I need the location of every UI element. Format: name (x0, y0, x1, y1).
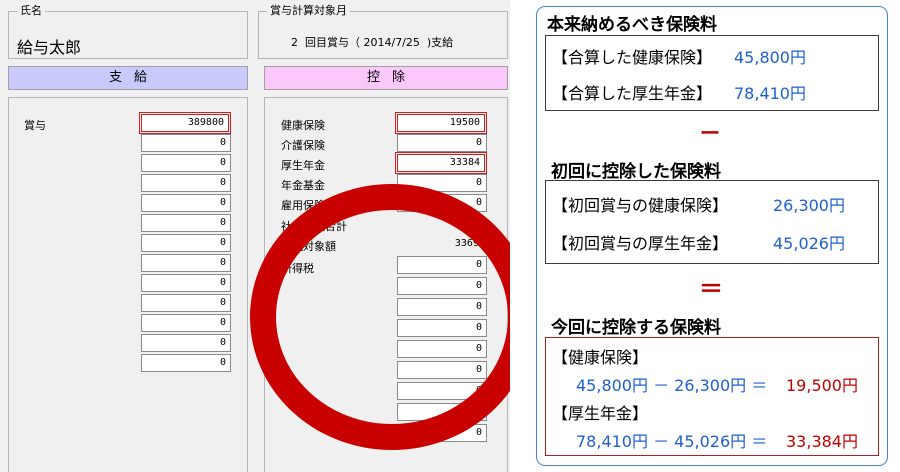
sec3-pension-expression: 78,410円 － 45,026円 ＝ (576, 432, 768, 451)
section2-box: 【初回賞与の健康保険】 26,300円 【初回賞与の厚生年金】 45,026円 (545, 180, 879, 264)
period-group: 賞与計算対象月 2 回目賞与（ 2014/7/25 )支給 (258, 4, 508, 59)
care-insurance-field[interactable]: 0 (397, 134, 487, 152)
payment-header: 支給 (8, 66, 248, 90)
payment-field[interactable]: 0 (141, 334, 231, 352)
pension-field[interactable]: 33384 (395, 152, 487, 174)
section3-title: 今回に控除する保険料 (551, 318, 721, 338)
section1-title: 本来納めるべき保険料 (547, 15, 717, 35)
sec1-health-label: 【合算した健康保険】 (552, 48, 713, 67)
sec2-pension-value: 45,026円 (773, 234, 845, 253)
sec1-pension-value: 78,410円 (734, 84, 806, 103)
payment-field[interactable]: 0 (141, 214, 231, 232)
care-insurance-label: 介護保険 (281, 139, 325, 152)
explanation-panel: 本来納めるべき保険料 【合算した健康保険】 45,800円 【合算した厚生年金】… (536, 6, 888, 466)
sec1-pension-label: 【合算した厚生年金】 (552, 84, 713, 103)
name-group: 氏名 給与太郎 (8, 4, 248, 59)
sec2-health-label: 【初回賞与の健康保険】 (552, 196, 729, 215)
period-label: 賞与計算対象月 (267, 4, 350, 18)
minus-sign: ー (700, 121, 720, 145)
employee-name: 給与太郎 (17, 38, 82, 57)
payment-field[interactable]: 0 (141, 174, 231, 192)
bonus-amount-field[interactable]: 389800 (139, 112, 231, 134)
payment-field[interactable]: 0 (141, 274, 231, 292)
health-insurance-label: 健康保険 (281, 119, 325, 132)
name-label: 氏名 (17, 4, 45, 18)
sec3-pension-result: 33,384円 (786, 432, 858, 451)
payment-field[interactable]: 0 (141, 154, 231, 172)
pension-fund-label: 年金基金 (281, 179, 325, 192)
sec1-health-value: 45,800円 (734, 48, 806, 67)
bonus-period-value: 2 回目賞与（ 2014/7/25 )支給 (291, 36, 454, 49)
payment-field[interactable]: 0 (141, 254, 231, 272)
sec3-pension-label: 【厚生年金】 (552, 404, 649, 423)
payment-field[interactable]: 0 (141, 354, 231, 372)
section2-title: 初回に控除した保険料 (551, 162, 721, 182)
health-insurance-field[interactable]: 19500 (395, 112, 487, 134)
sec3-health-label: 【健康保険】 (552, 348, 649, 367)
sec2-health-value: 26,300円 (773, 196, 845, 215)
section1-box: 【合算した健康保険】 45,800円 【合算した厚生年金】 78,410円 (545, 35, 879, 111)
pension-label: 厚生年金 (281, 159, 325, 172)
payment-field[interactable]: 0 (141, 134, 231, 152)
bonus-label: 賞与 (24, 119, 46, 132)
payment-field[interactable]: 0 (141, 294, 231, 312)
payment-field[interactable]: 0 (141, 194, 231, 212)
payment-field[interactable]: 0 (141, 234, 231, 252)
section3-box: 【健康保険】 45,800円 － 26,300円 ＝ 19,500円 【厚生年金… (545, 337, 879, 456)
bonus-payroll-form: 氏名 給与太郎 賞与計算対象月 2 回目賞与（ 2014/7/25 )支給 支給… (0, 0, 510, 472)
sec3-health-expression: 45,800円 － 26,300円 ＝ (576, 376, 768, 395)
equals-sign: ＝ (699, 275, 723, 303)
payment-field[interactable]: 0 (141, 314, 231, 332)
sec2-pension-label: 【初回賞与の厚生年金】 (552, 234, 729, 253)
deduction-header: 控除 (264, 66, 508, 90)
sec3-health-result: 19,500円 (786, 376, 858, 395)
